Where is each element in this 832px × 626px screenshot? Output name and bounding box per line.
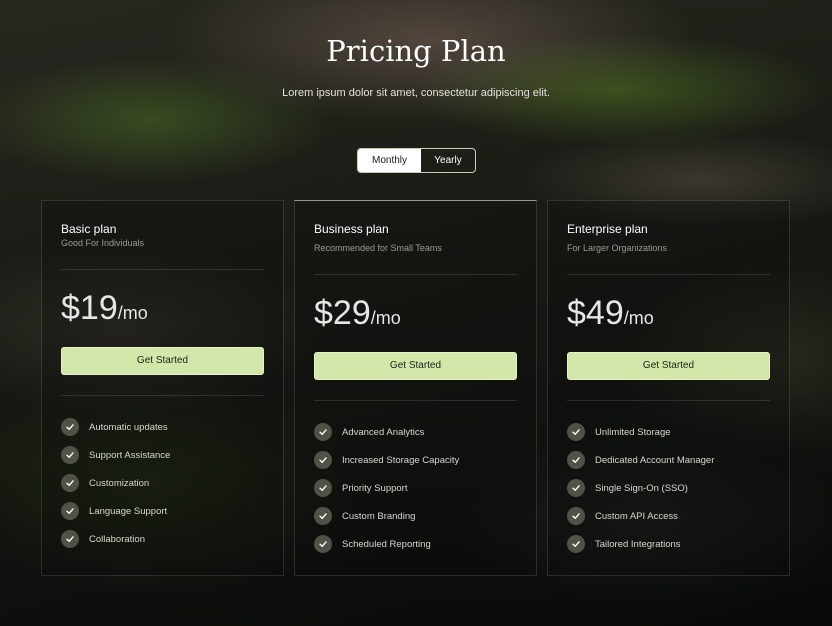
- check-icon: [61, 530, 79, 548]
- feature-label: Custom API Access: [595, 510, 678, 522]
- feature-label: Tailored Integrations: [595, 538, 681, 550]
- price-amount: $29: [314, 294, 371, 332]
- plan-name: Business plan: [314, 222, 389, 236]
- feature-item: Unlimited Storage: [567, 418, 770, 446]
- divider: [567, 274, 770, 275]
- feature-label: Advanced Analytics: [342, 426, 425, 438]
- plan-card-enterprise: Enterprise plan For Larger Organizations…: [547, 200, 790, 576]
- plan-name: Enterprise plan: [567, 222, 648, 236]
- billing-yearly-option[interactable]: Yearly: [421, 149, 475, 172]
- plan-description: For Larger Organizations: [567, 243, 668, 253]
- check-icon: [314, 535, 332, 553]
- divider: [314, 274, 517, 275]
- price-amount: $19: [61, 289, 118, 327]
- billing-monthly-option[interactable]: Monthly: [358, 149, 421, 172]
- feature-label: Unlimited Storage: [595, 426, 671, 438]
- price-period: /mo: [370, 308, 401, 328]
- feature-item: Language Support: [61, 497, 264, 525]
- feature-label: Dedicated Account Manager: [595, 454, 715, 466]
- feature-label: Single Sign-On (SSO): [595, 482, 688, 494]
- feature-list: Automatic updates Support Assistance Cus…: [61, 413, 264, 553]
- check-icon: [61, 474, 79, 492]
- divider: [567, 400, 770, 401]
- feature-label: Automatic updates: [89, 421, 168, 433]
- check-icon: [61, 446, 79, 464]
- feature-item: Dedicated Account Manager: [567, 446, 770, 474]
- feature-label: Customization: [89, 477, 150, 489]
- get-started-button[interactable]: Get Started: [567, 352, 770, 380]
- plan-name: Basic plan: [61, 222, 117, 236]
- plan-card-basic: Basic plan Good For Individuals $19/mo G…: [41, 200, 284, 576]
- divider: [61, 395, 264, 396]
- check-icon: [567, 535, 585, 553]
- feature-label: Increased Storage Capacity: [342, 454, 460, 466]
- feature-label: Priority Support: [342, 482, 408, 494]
- plan-price: $49/mo: [567, 294, 654, 333]
- plan-description: Good For Individuals: [61, 238, 145, 248]
- check-icon: [567, 451, 585, 469]
- price-period: /mo: [117, 303, 148, 323]
- feature-item: Increased Storage Capacity: [314, 446, 517, 474]
- feature-label: Scheduled Reporting: [342, 538, 431, 550]
- check-icon: [61, 418, 79, 436]
- pricing-section: Pricing Plan Lorem ipsum dolor sit amet,…: [0, 0, 832, 626]
- check-icon: [61, 502, 79, 520]
- feature-item: Custom Branding: [314, 502, 517, 530]
- feature-item: Support Assistance: [61, 441, 264, 469]
- plan-description: Recommended for Small Teams: [314, 243, 442, 253]
- feature-item: Automatic updates: [61, 413, 264, 441]
- feature-list: Advanced Analytics Increased Storage Cap…: [314, 418, 517, 558]
- divider: [314, 400, 517, 401]
- page-subtitle: Lorem ipsum dolor sit amet, consectetur …: [282, 87, 550, 99]
- check-icon: [567, 479, 585, 497]
- page-title: Pricing Plan: [326, 34, 506, 68]
- feature-item: Tailored Integrations: [567, 530, 770, 558]
- price-amount: $49: [567, 294, 624, 332]
- feature-item: Collaboration: [61, 525, 264, 553]
- feature-item: Single Sign-On (SSO): [567, 474, 770, 502]
- plan-price: $19/mo: [61, 289, 148, 328]
- feature-item: Priority Support: [314, 474, 517, 502]
- feature-item: Customization: [61, 469, 264, 497]
- check-icon: [314, 423, 332, 441]
- feature-label: Language Support: [89, 505, 168, 517]
- check-icon: [314, 479, 332, 497]
- divider: [61, 269, 264, 270]
- check-icon: [314, 507, 332, 525]
- plan-price: $29/mo: [314, 294, 401, 333]
- check-icon: [567, 423, 585, 441]
- check-icon: [567, 507, 585, 525]
- plan-card-business: Business plan Recommended for Small Team…: [294, 200, 537, 576]
- feature-label: Collaboration: [89, 533, 145, 545]
- feature-item: Custom API Access: [567, 502, 770, 530]
- price-period: /mo: [623, 308, 654, 328]
- feature-item: Advanced Analytics: [314, 418, 517, 446]
- feature-label: Custom Branding: [342, 510, 416, 522]
- check-icon: [314, 451, 332, 469]
- feature-label: Support Assistance: [89, 449, 171, 461]
- get-started-button[interactable]: Get Started: [61, 347, 264, 375]
- feature-item: Scheduled Reporting: [314, 530, 517, 558]
- feature-list: Unlimited Storage Dedicated Account Mana…: [567, 418, 770, 558]
- billing-toggle: Monthly Yearly: [357, 148, 476, 173]
- get-started-button[interactable]: Get Started: [314, 352, 517, 380]
